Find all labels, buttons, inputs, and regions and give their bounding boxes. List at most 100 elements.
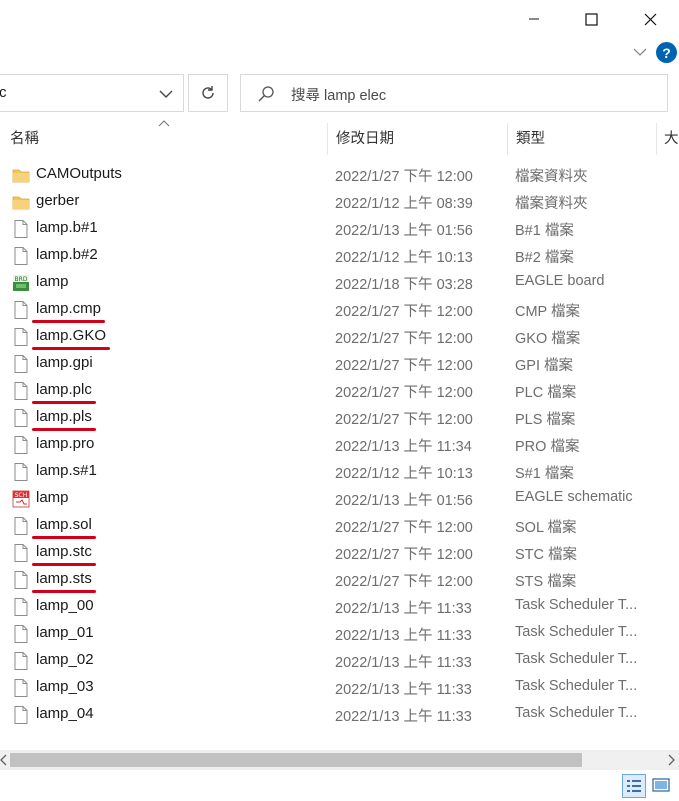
file-name[interactable]: gerber — [36, 192, 79, 209]
refresh-button[interactable] — [188, 74, 228, 112]
file-row[interactable]: lamp.b#2 2022/1/12 上午 10:13 B#2 檔案 — [0, 242, 679, 269]
file-row[interactable]: lamp.b#1 2022/1/13 上午 01:56 B#1 檔案 — [0, 215, 679, 242]
details-view-button[interactable] — [622, 774, 646, 798]
file-row[interactable]: lamp_00 2022/1/13 上午 11:33 Task Scheduler … — [0, 593, 679, 620]
file-icon — [12, 219, 30, 239]
annotation-underline — [32, 536, 96, 539]
file-date: 2022/1/12 上午 10:13 — [335, 466, 473, 482]
scrollbar-thumb[interactable] — [10, 753, 582, 767]
file-name[interactable]: lamp_03 — [36, 678, 94, 695]
file-row[interactable]: lamp_02 2022/1/13 上午 11:33 Task Scheduler … — [0, 647, 679, 674]
file-icon — [12, 705, 30, 725]
scroll-left-icon[interactable] — [0, 754, 8, 766]
address-bar[interactable]: c — [0, 74, 184, 112]
column-divider[interactable] — [327, 123, 328, 155]
file-type: PLC 檔案 — [515, 385, 577, 401]
file-row[interactable]: lamp.GKO 2022/1/27 下午 12:00 GKO 檔案 — [0, 323, 679, 350]
file-date: 2022/1/13 上午 11:33 — [335, 601, 472, 617]
file-row[interactable]: lamp_03 2022/1/13 上午 11:33 Task Scheduler … — [0, 674, 679, 701]
file-name[interactable]: lamp.s#1 — [36, 462, 97, 479]
file-row[interactable]: SCH lamp 2022/1/13 上午 01:56 EAGLE schematic — [0, 485, 679, 512]
maximize-button[interactable] — [568, 0, 614, 38]
scroll-right-icon[interactable] — [667, 754, 675, 766]
column-divider[interactable] — [656, 123, 657, 155]
minimize-button[interactable] — [511, 0, 557, 38]
file-name[interactable]: lamp.b#2 — [36, 246, 98, 263]
file-date: 2022/1/13 上午 11:34 — [335, 439, 472, 455]
file-name[interactable]: lamp — [36, 273, 69, 290]
column-divider[interactable] — [507, 123, 508, 155]
file-row[interactable]: gerber 2022/1/12 上午 08:39 檔案資料夾 — [0, 188, 679, 215]
file-row[interactable]: CAMOutputs 2022/1/27 下午 12:00 檔案資料夾 — [0, 161, 679, 188]
file-row[interactable]: lamp.pro 2022/1/13 上午 11:34 PRO 檔案 — [0, 431, 679, 458]
file-row[interactable]: lamp_01 2022/1/13 上午 11:33 Task Scheduler … — [0, 620, 679, 647]
annotation-underline — [32, 347, 111, 350]
file-name[interactable]: CAMOutputs — [36, 165, 122, 182]
file-name[interactable]: lamp — [36, 489, 69, 506]
file-row[interactable]: lamp.sol 2022/1/27 下午 12:00 SOL 檔案 — [0, 512, 679, 539]
file-date: 2022/1/18 下午 03:28 — [335, 277, 473, 293]
file-name[interactable]: lamp_01 — [36, 624, 94, 641]
file-name[interactable]: lamp.pro — [36, 435, 94, 452]
file-icon — [12, 327, 30, 347]
file-icon — [12, 381, 30, 401]
close-button[interactable] — [627, 0, 673, 38]
file-date: 2022/1/27 下午 12:00 — [335, 412, 473, 428]
file-date: 2022/1/13 上午 11:33 — [335, 655, 472, 671]
chevron-down-icon[interactable] — [157, 85, 175, 103]
file-icon — [12, 462, 30, 482]
file-row[interactable]: lamp.sts 2022/1/27 下午 12:00 STS 檔案 — [0, 566, 679, 593]
column-header-type[interactable]: 類型 — [516, 123, 646, 155]
file-name[interactable]: lamp.gpi — [36, 354, 93, 371]
file-name[interactable]: lamp_02 — [36, 651, 94, 668]
file-date: 2022/1/27 下午 12:00 — [335, 304, 473, 320]
ribbon-expand-button[interactable] — [632, 44, 650, 62]
file-date: 2022/1/27 下午 12:00 — [335, 574, 473, 590]
details-view-icon — [627, 780, 641, 792]
column-header-name[interactable]: 名稱 — [10, 123, 326, 155]
file-row[interactable]: lamp.plc 2022/1/27 下午 12:00 PLC 檔案 — [0, 377, 679, 404]
file-type: GPI 檔案 — [515, 358, 574, 374]
file-type: B#2 檔案 — [515, 250, 574, 266]
eagle-board-icon: BRD — [12, 273, 30, 293]
file-name[interactable]: lamp.stc — [36, 543, 92, 560]
file-name[interactable]: lamp.GKO — [36, 327, 106, 344]
file-name[interactable]: lamp_04 — [36, 705, 94, 722]
file-row[interactable]: lamp.stc 2022/1/27 下午 12:00 STC 檔案 — [0, 539, 679, 566]
file-name[interactable]: lamp.sts — [36, 570, 92, 587]
file-type: Task Scheduler T... — [515, 705, 638, 721]
file-name[interactable]: lamp_00 — [36, 597, 94, 614]
file-name[interactable]: lamp.cmp — [36, 300, 101, 317]
column-header-size[interactable]: 大 — [664, 123, 679, 155]
file-date: 2022/1/13 上午 01:56 — [335, 223, 473, 239]
file-row[interactable]: lamp.pls 2022/1/27 下午 12:00 PLS 檔案 — [0, 404, 679, 431]
annotation-underline — [32, 590, 96, 593]
file-row[interactable]: BRD lamp 2022/1/18 下午 03:28 EAGLE board — [0, 269, 679, 296]
column-header-date[interactable]: 修改日期 — [336, 123, 506, 155]
help-icon: ? — [662, 44, 671, 61]
file-row[interactable]: lamp.cmp 2022/1/27 下午 12:00 CMP 檔案 — [0, 296, 679, 323]
file-icon — [12, 435, 30, 455]
help-button[interactable]: ? — [656, 42, 677, 63]
file-type: SOL 檔案 — [515, 520, 577, 536]
large-icons-view-button[interactable] — [650, 774, 674, 798]
file-name[interactable]: lamp.b#1 — [36, 219, 98, 236]
file-row[interactable]: lamp_04 2022/1/13 上午 11:33 Task Scheduler … — [0, 701, 679, 728]
file-icon — [12, 300, 30, 320]
search-input[interactable]: 搜尋 lamp elec — [240, 74, 668, 112]
file-name[interactable]: lamp.plc — [36, 381, 92, 398]
minimize-icon — [529, 18, 539, 20]
file-icon — [12, 597, 30, 617]
file-date: 2022/1/13 上午 11:33 — [335, 709, 472, 725]
file-type: Task Scheduler T... — [515, 678, 638, 694]
file-icon — [12, 651, 30, 671]
annotation-underline — [32, 563, 96, 566]
file-date: 2022/1/13 上午 11:33 — [335, 628, 472, 644]
file-date: 2022/1/27 下午 12:00 — [335, 547, 473, 563]
file-name[interactable]: lamp.sol — [36, 516, 92, 533]
file-type: EAGLE schematic — [515, 489, 633, 505]
file-row[interactable]: lamp.s#1 2022/1/12 上午 10:13 S#1 檔案 — [0, 458, 679, 485]
file-name[interactable]: lamp.pls — [36, 408, 92, 425]
file-row[interactable]: lamp.gpi 2022/1/27 下午 12:00 GPI 檔案 — [0, 350, 679, 377]
refresh-icon — [202, 86, 214, 99]
